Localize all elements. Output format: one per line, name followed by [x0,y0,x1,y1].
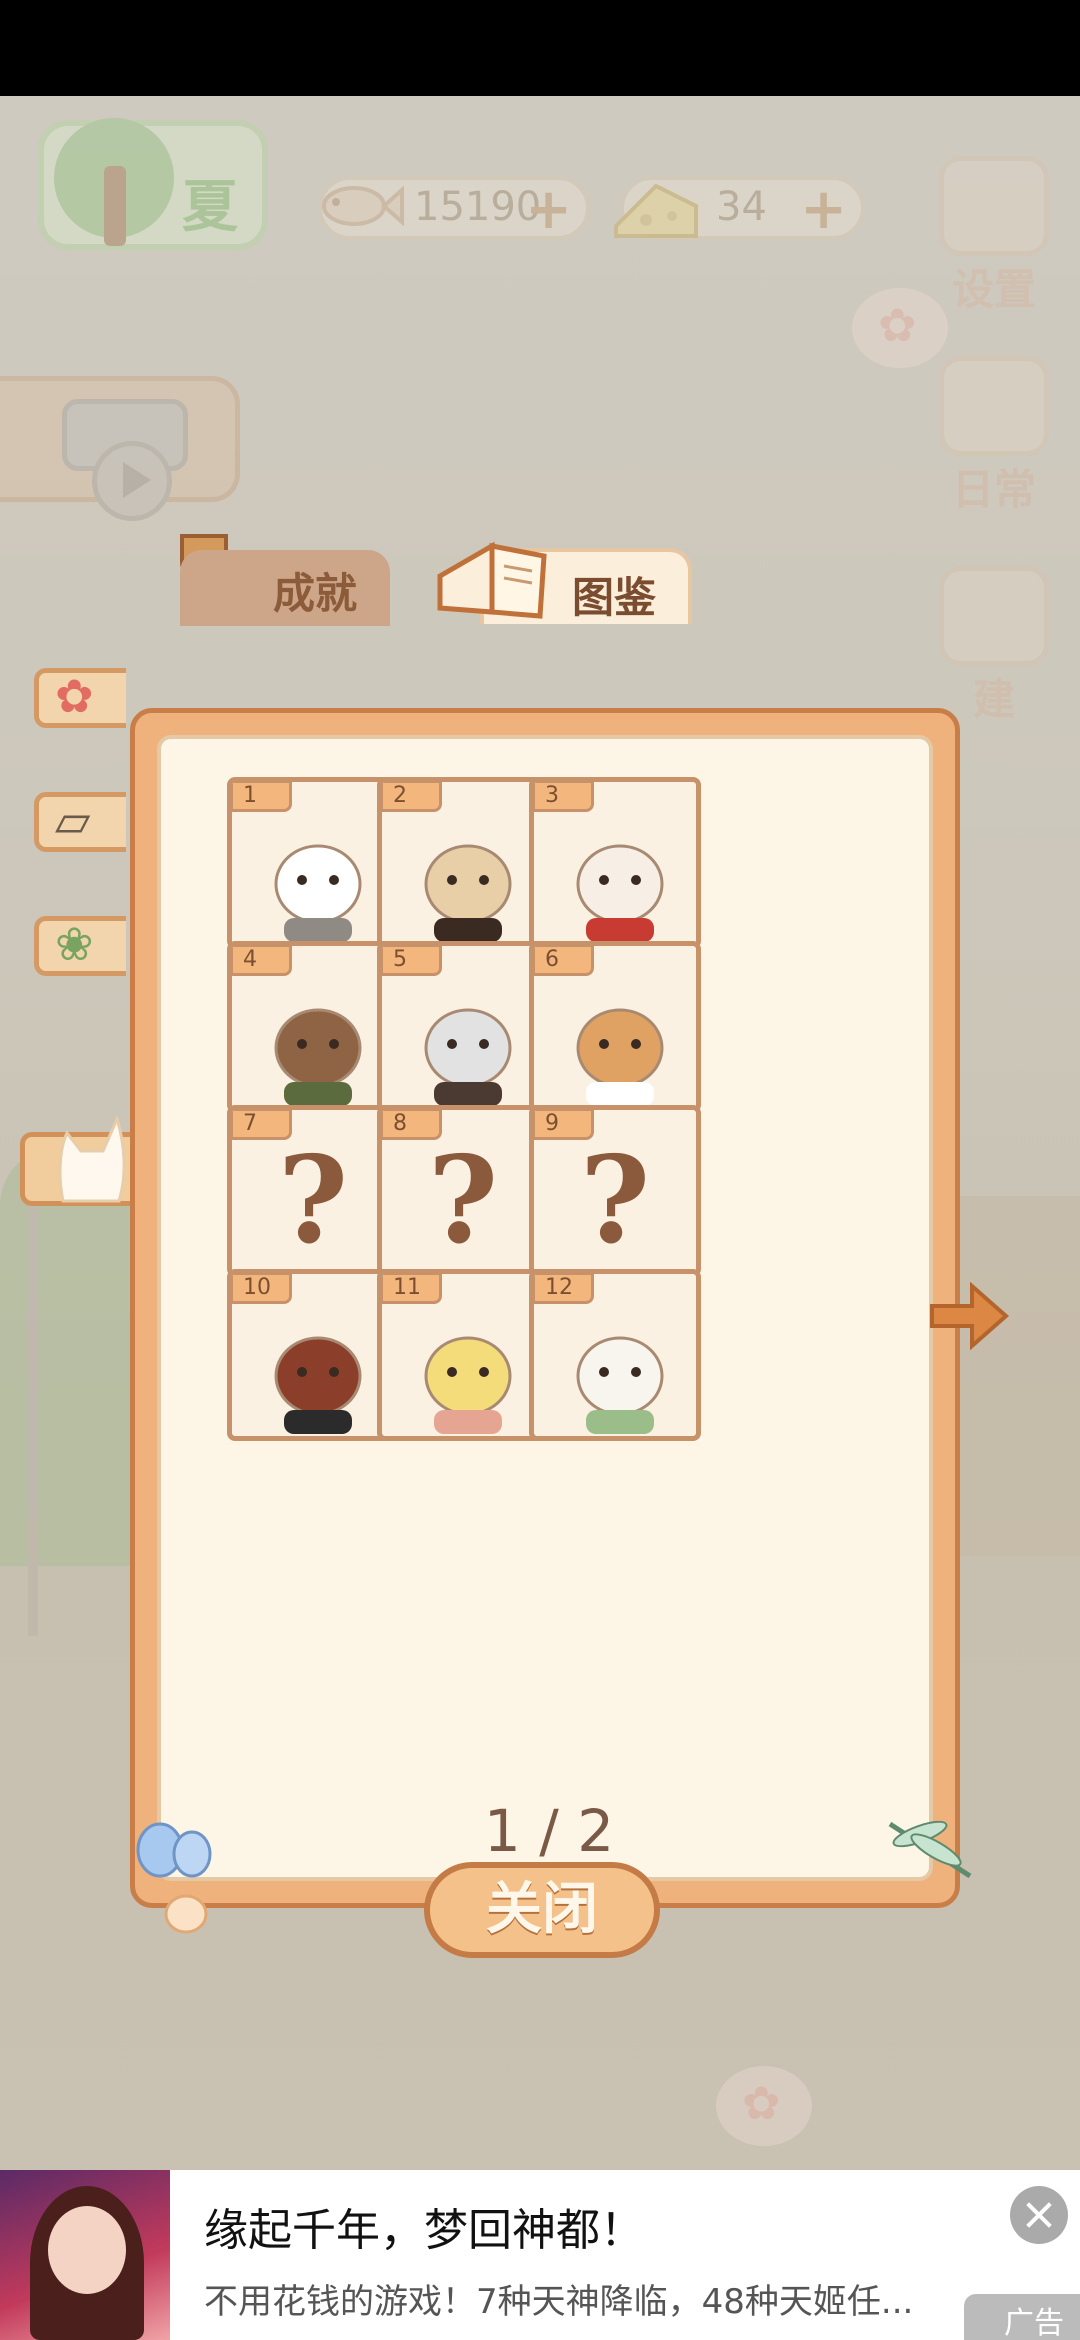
flower-bubble-icon[interactable] [716,2066,812,2146]
category-tab-bouquet[interactable]: ❀ [34,916,126,976]
cheese-currency: 34 + [614,176,865,240]
ad-character-face [48,2206,126,2294]
tree-trunk [104,166,126,246]
ad-description[interactable]: 不用花钱的游戏！7种天神降临，48种天姬任... [204,2274,913,2323]
rose-icon: ✿ [55,669,94,723]
cheese-icon [614,183,698,238]
background-house [940,1196,1080,1556]
game-screen: 夏 15190 + 34 + 设置 日常 [0,96,1080,2170]
collection-card[interactable]: 11 [377,1269,549,1441]
animal-portrait-icon [274,1008,362,1106]
hammer-icon [939,566,1049,666]
collection-card[interactable]: 4 [227,941,399,1113]
notepad-icon [939,356,1049,456]
collection-card[interactable]: 1 [227,777,399,949]
animal-portrait-icon [576,1008,664,1106]
animal-portrait-icon [576,844,664,942]
collection-card[interactable]: 5 [377,941,549,1113]
ad-title[interactable]: 缘起千年，梦回神都！ [204,2194,644,2258]
ad-image[interactable] [0,2170,170,2340]
category-tab-postcard[interactable]: ▱ [34,792,126,852]
collection-card[interactable]: 12 [529,1269,701,1441]
page-indicator: 1 / 2 [483,1797,615,1865]
ad-banner[interactable]: 缘起千年，梦回神都！ 不用花钱的游戏！7种天神降临，48种天姬任... 广告 [0,2170,1080,2340]
card-number: 12 [534,1274,594,1304]
video-reward-button[interactable] [0,376,240,521]
card-number: 1 [232,782,292,812]
season-badge[interactable]: 夏 [38,118,268,250]
background-pole [28,1166,38,1636]
animal-portrait-icon [576,1336,664,1434]
collection-card[interactable]: 8? [377,1105,549,1277]
ad-tag: 广告 [964,2294,1080,2340]
status-bar [0,0,1080,96]
background-tree [0,1146,130,1566]
close-button[interactable]: 关闭 [424,1862,660,1958]
ad-close-icon[interactable] [1010,2186,1068,2244]
card-number: 2 [382,782,442,812]
collection-card[interactable]: 7? [227,1105,399,1277]
add-fish-button[interactable]: + [525,182,572,238]
gear-icon [939,156,1049,256]
settings-label: 设置 [951,265,1036,314]
season-label: 夏 [182,175,238,240]
fish-count: 15190 [414,184,542,230]
locked-card-question-mark: ? [427,1130,499,1271]
collection-card[interactable]: 9? [529,1105,701,1277]
collection-panel: 1 2 3 4 5 6 7? 8? 9? 10 11 12 1 / 2 [130,708,960,1908]
animal-portrait-icon [424,1008,512,1106]
card-number: 10 [232,1274,292,1304]
animal-portrait-icon [424,844,512,942]
fish-bone-icon [322,185,404,227]
add-cheese-button[interactable]: + [800,182,847,238]
fish-currency: 15190 + [318,176,590,240]
collection-card[interactable]: 2 [377,777,549,949]
bouquet-icon: ❀ [55,917,94,971]
cat-silhouette-icon [58,1114,126,1203]
animal-portrait-icon [274,1336,362,1434]
locked-card-question-mark: ? [579,1130,651,1271]
card-number: 3 [534,782,594,812]
tab-achievements[interactable]: 成就 [180,550,390,626]
build-label: 建 [972,675,1015,724]
category-tab-flower[interactable]: ✿ [34,668,126,728]
collection-grid: 1 2 3 4 5 6 7? 8? 9? 10 11 12 1 / 2 [157,735,933,1881]
card-number: 6 [534,946,594,976]
settings-button[interactable]: 设置 [934,156,1054,317]
locked-card-question-mark: ? [277,1130,349,1271]
tab-achievements-label: 成就 [272,569,357,618]
postcard-icon: ▱ [55,793,91,847]
build-button[interactable]: 建 [934,566,1054,727]
collection-card[interactable]: 3 [529,777,701,949]
card-number: 11 [382,1274,442,1304]
daily-label: 日常 [951,465,1036,514]
cheese-count: 34 [716,184,767,230]
butterfly-icon [136,1822,212,1934]
collection-card[interactable]: 6 [529,941,701,1113]
collection-card[interactable]: 10 [227,1269,399,1441]
book-icon [437,541,547,619]
daily-button[interactable]: 日常 [934,356,1054,517]
tab-atlas-label: 图鉴 [571,573,656,622]
animal-portrait-icon [424,1336,512,1434]
card-number: 4 [232,946,292,976]
card-number: 5 [382,946,442,976]
animal-portrait-icon [274,844,362,942]
next-page-arrow-icon[interactable] [928,1276,1010,1356]
play-icon [92,441,172,521]
dragonfly-icon [888,1820,972,1879]
